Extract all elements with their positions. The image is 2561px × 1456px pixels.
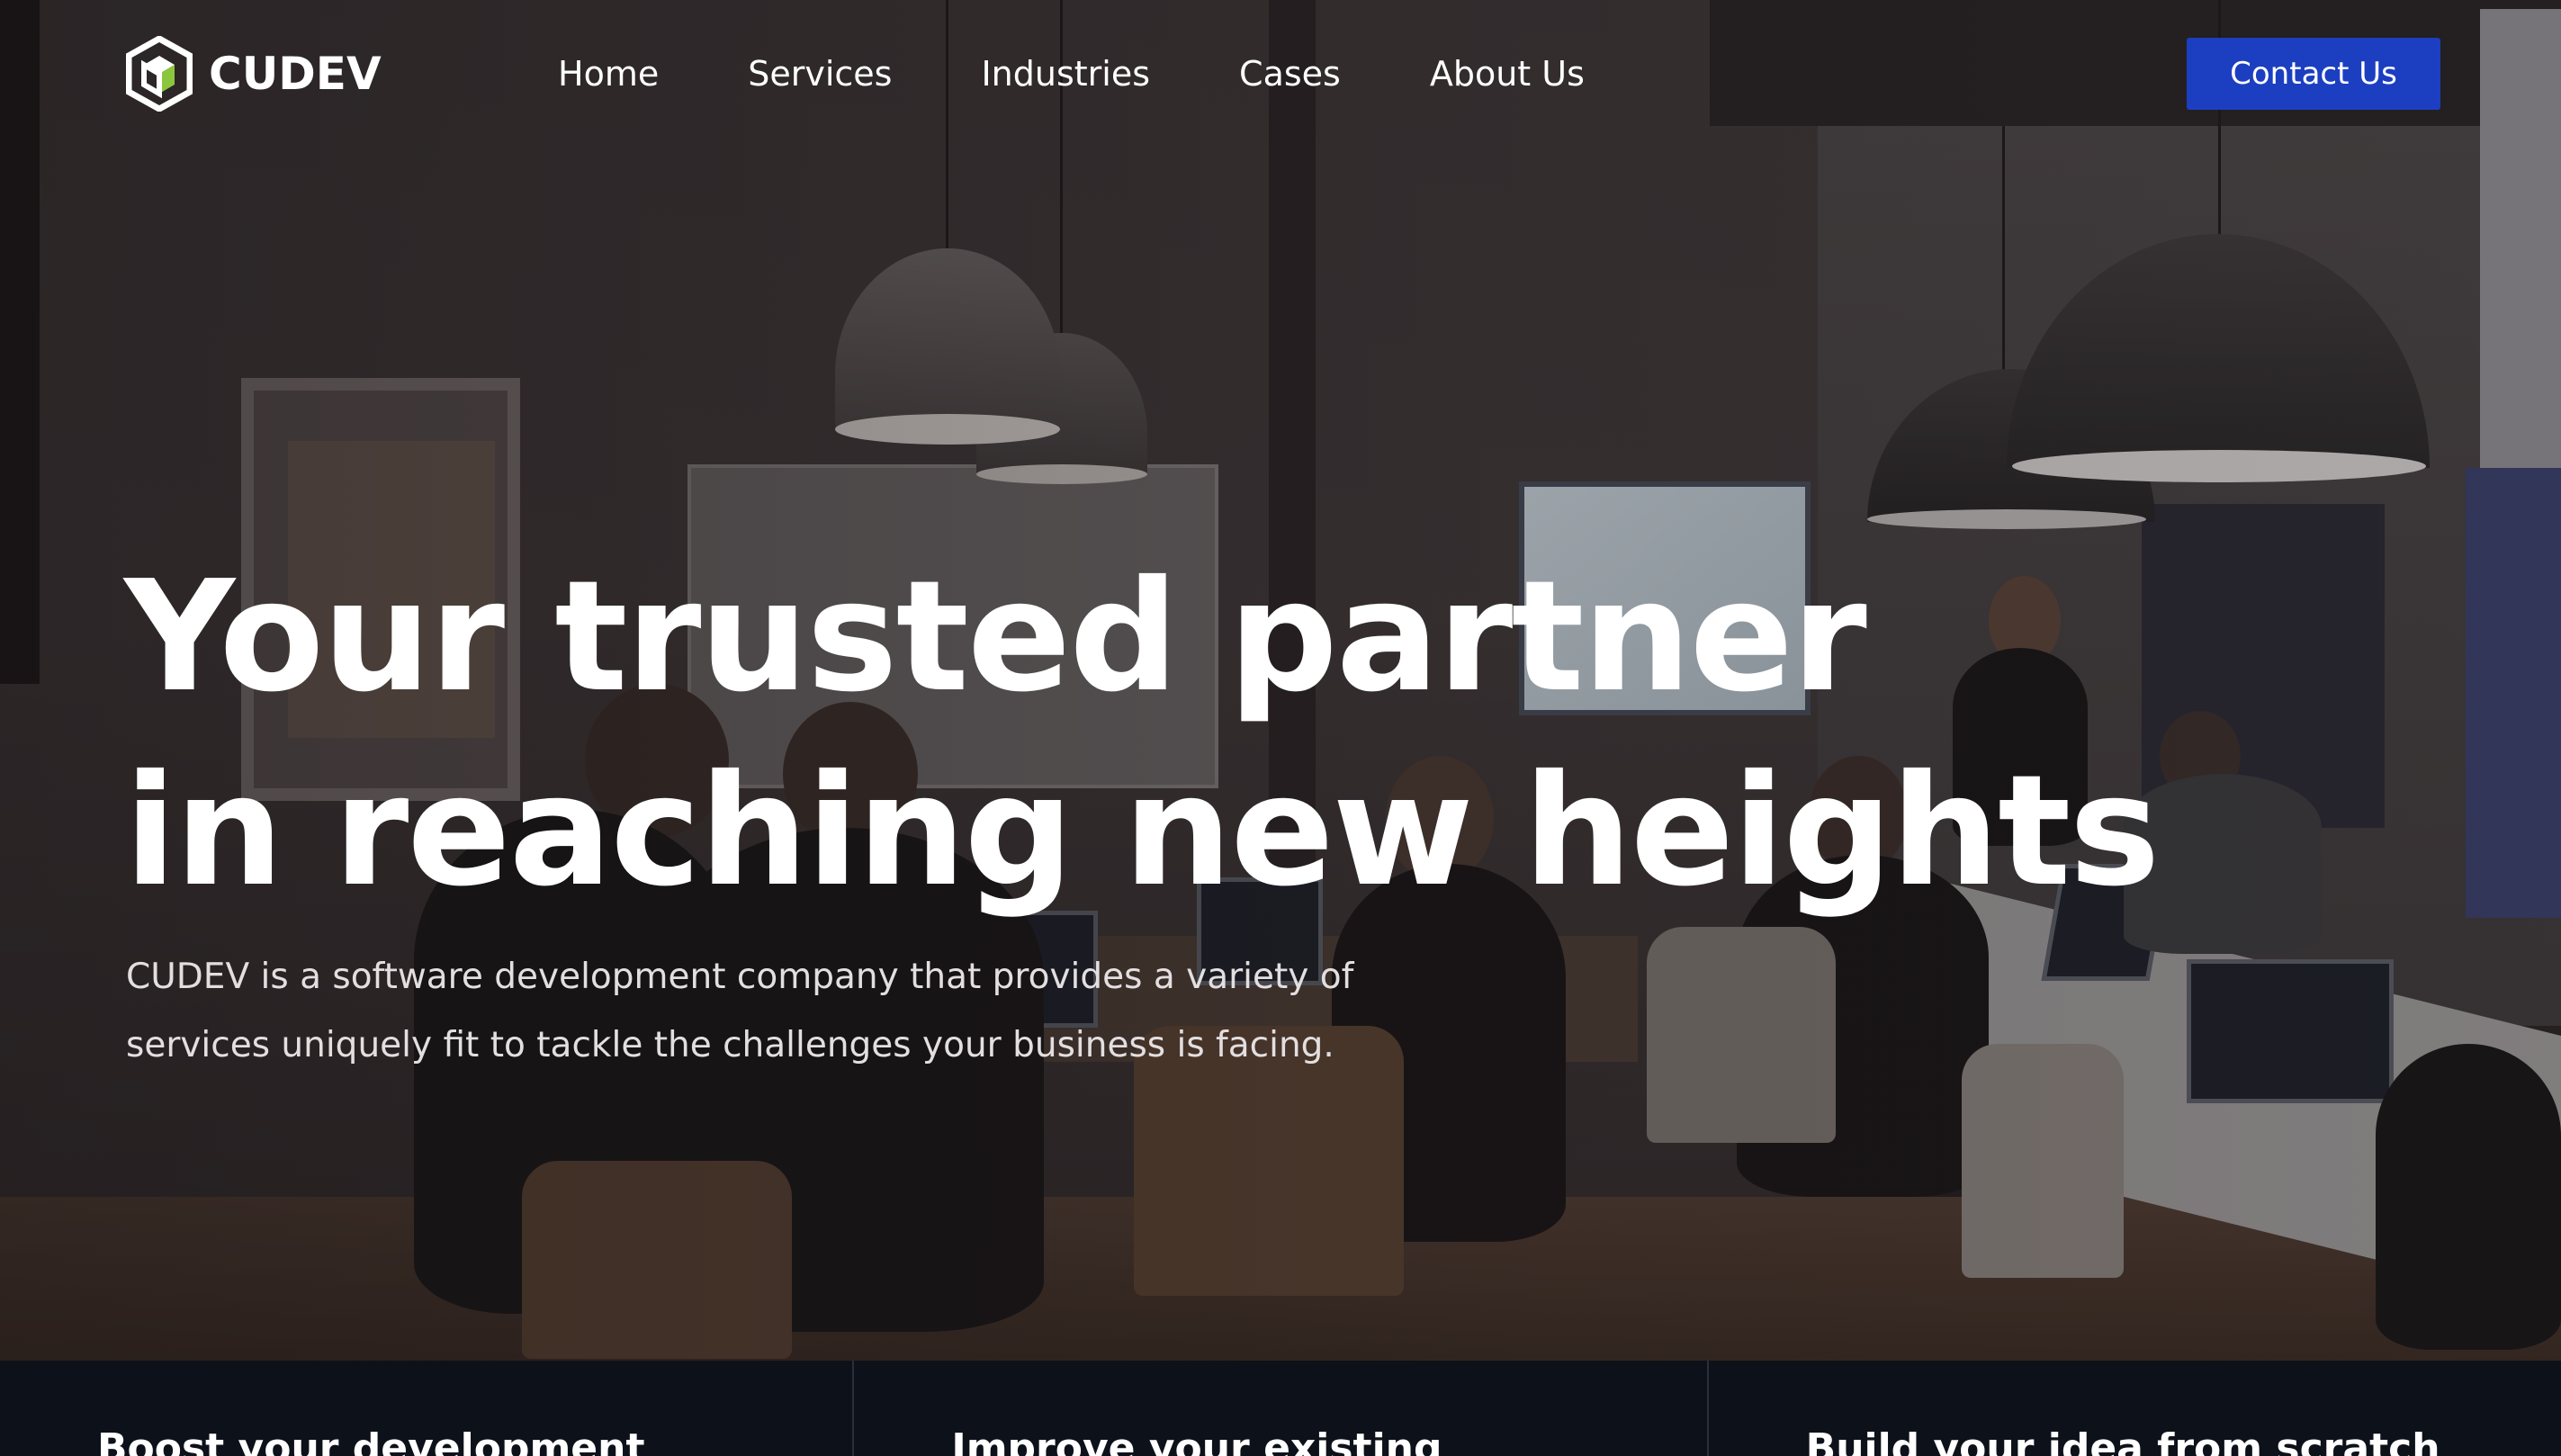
nav-services[interactable]: Services <box>748 47 892 101</box>
nav-cases[interactable]: Cases <box>1239 47 1341 101</box>
contact-us-button[interactable]: Contact Us <box>2187 38 2440 110</box>
nav-home[interactable]: Home <box>558 47 659 101</box>
headline-line-1: Your trusted partner <box>124 548 1867 726</box>
nav-industries[interactable]: Industries <box>981 47 1150 101</box>
top-navbar: CUDEV Home Services Industries Cases Abo… <box>0 0 2561 148</box>
headline-line-2: in reaching new heights <box>124 742 2161 921</box>
cube-logo-icon <box>126 36 193 112</box>
hero-description: CUDEV is a software development company … <box>126 957 1354 1065</box>
card-title: Build your idea from scratch <box>1805 1425 2440 1456</box>
main-menu: Home Services Industries Cases About Us <box>558 47 1585 101</box>
brand-logo[interactable]: CUDEV <box>126 36 382 112</box>
service-card[interactable]: Boost your development <box>0 1361 855 1456</box>
service-card[interactable]: Build your idea from scratch <box>1709 1361 2561 1456</box>
service-card[interactable]: Improve your existing <box>854 1361 1709 1456</box>
card-title: Improve your existing <box>951 1425 1442 1456</box>
service-cards: Boost your development Improve your exis… <box>0 1361 2561 1456</box>
hero-headline: Your trusted partner in reaching new hei… <box>124 540 2284 929</box>
brand-name: CUDEV <box>209 48 382 100</box>
card-title: Boost your development <box>97 1425 645 1456</box>
nav-about-us[interactable]: About Us <box>1430 47 1585 101</box>
